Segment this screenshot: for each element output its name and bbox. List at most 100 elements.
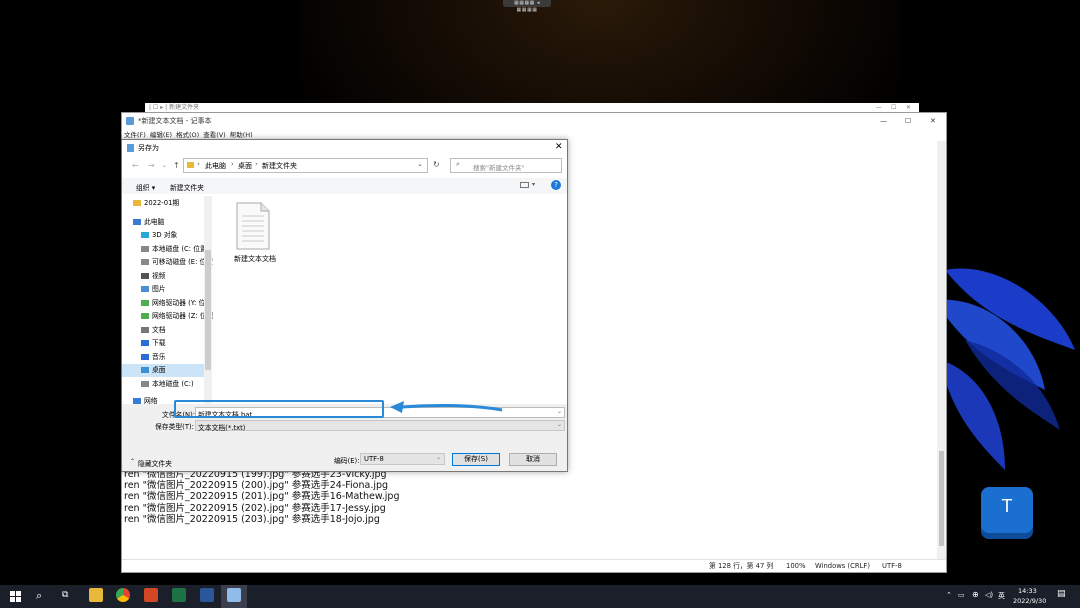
nav-scrollbar[interactable]: [204, 196, 212, 404]
search-input[interactable]: ⌕ 搜索"新建文件夹": [450, 158, 562, 173]
excel-icon[interactable]: [172, 588, 186, 602]
vertical-scrollbar[interactable]: [937, 141, 946, 559]
new-folder-button[interactable]: 新建文件夹: [170, 182, 204, 192]
menu-item[interactable]: 文件(F): [124, 131, 146, 139]
nav-item[interactable]: 本地磁盘 (C: 位置: [141, 243, 211, 256]
word-icon[interactable]: [200, 588, 214, 602]
view-dropdown-icon[interactable]: ▾: [532, 181, 535, 188]
nav-scrollbar-thumb[interactable]: [205, 250, 211, 370]
filename-dropdown-icon[interactable]: ⌄: [557, 408, 562, 415]
refresh-icon[interactable]: ↻: [433, 160, 440, 169]
text-line: ren "微信图片_20220915 (201).jpg" 参赛选手16-Mat…: [124, 491, 400, 503]
input-method-indicator[interactable]: 英: [998, 591, 1005, 601]
nav-item[interactable]: 本地磁盘 (C:): [141, 378, 211, 391]
nav-item[interactable]: 可移动磁盘 (E: 位置: [141, 256, 213, 269]
tray-app-icon[interactable]: ⊕: [972, 590, 979, 599]
minimize-button[interactable]: —: [880, 113, 887, 129]
dialog-titlebar[interactable]: 另存为 ✕: [122, 140, 567, 155]
scrollbar-thumb[interactable]: [939, 451, 944, 546]
dialog-toolbar: 组织 ▾ 新建文件夹 ▾ ?: [122, 178, 567, 194]
nav-item[interactable]: 网络驱动器 (Y: 位置: [141, 297, 212, 310]
remote-session-bar[interactable]: ▦▦▦▦ ◂ ▦▦▦▦: [503, 0, 551, 13]
text-line: ren "微信图片_20220915 (200).jpg" 参赛选手24-Fio…: [124, 480, 389, 492]
nav-item-label: 音乐: [152, 353, 166, 361]
search-icon: ⌕: [456, 160, 460, 168]
usb-drive-icon: [141, 259, 149, 265]
view-options-icon[interactable]: [520, 182, 529, 188]
windows-start-icon[interactable]: [10, 591, 21, 602]
hide-folders-toggle[interactable]: 隐藏文件夹: [138, 458, 172, 468]
menu-item[interactable]: 查看(V): [203, 131, 226, 139]
powerpoint-icon[interactable]: [144, 588, 158, 602]
notification-center-icon[interactable]: ▤: [1057, 589, 1066, 599]
notepad-titlebar[interactable]: *新建文本文档 - 记事本 — ☐ ✕: [122, 113, 946, 129]
desktop-app-t-icon[interactable]: T: [981, 487, 1033, 539]
encoding-select[interactable]: UTF-8 ⌄: [360, 453, 445, 465]
breadcrumb-desktop[interactable]: 桌面: [238, 161, 252, 171]
filetype-select[interactable]: 文本文档(*.txt) ⌄: [195, 420, 565, 432]
notepad-taskbar-button[interactable]: [221, 585, 247, 608]
breadcrumb-sep-icon: ›: [255, 160, 258, 168]
nav-item-label: 2022-01期: [144, 199, 180, 207]
filetype-label: 保存类型(T):: [155, 423, 194, 431]
nav-item-label: 此电脑: [144, 218, 165, 226]
navigation-pane[interactable]: 2022-01期 此电脑 3D 对象本地磁盘 (C: 位置 可移动磁盘 (E: 位置视…: [122, 194, 214, 404]
network-icon[interactable]: ▭: [958, 591, 965, 599]
nav-item[interactable]: 2022-01期: [133, 197, 203, 210]
nav-item[interactable]: 桌面: [122, 364, 204, 377]
chrome-icon[interactable]: [116, 588, 130, 602]
address-dropdown-icon[interactable]: ⌄: [417, 160, 423, 168]
file-name: 新建文本文档: [234, 255, 276, 263]
up-arrow-icon[interactable]: ↑: [173, 161, 180, 170]
nav-item[interactable]: 3D 对象: [141, 229, 211, 242]
tray-overflow-icon[interactable]: ⌃: [946, 591, 952, 599]
nav-item[interactable]: 此电脑: [133, 216, 203, 229]
save-button[interactable]: 保存(S): [452, 453, 500, 466]
nav-item[interactable]: 视频: [141, 270, 211, 283]
drive-icon: [141, 381, 149, 387]
menu-item[interactable]: 格式(O): [176, 131, 199, 139]
nav-item[interactable]: 下载: [141, 337, 211, 350]
dialog-close-button[interactable]: ✕: [555, 142, 563, 152]
help-icon[interactable]: ?: [551, 180, 561, 190]
dialog-title: 另存为: [138, 144, 159, 152]
file-explorer-icon[interactable]: [89, 588, 103, 602]
nav-item-label: 3D 对象: [152, 231, 178, 239]
file-item[interactable]: 新建文本文档: [231, 202, 276, 263]
menu-item[interactable]: 编辑(E): [150, 131, 172, 139]
nav-item[interactable]: 文档: [141, 324, 211, 337]
recent-dropdown-icon[interactable]: ⌄: [162, 162, 167, 169]
encoding-dropdown-icon[interactable]: ⌄: [436, 454, 441, 461]
status-bar: 第 128 行，第 47 列 100% Windows (CRLF) UTF-8: [122, 559, 946, 573]
cancel-button[interactable]: 取消: [509, 453, 557, 466]
breadcrumb-sep-icon: ›: [197, 160, 200, 168]
file-list-area[interactable]: 新建文本文档: [215, 194, 567, 404]
search-icon[interactable]: ⌕: [36, 589, 42, 603]
nav-item[interactable]: 图片: [141, 283, 211, 296]
breadcrumb-new-folder[interactable]: 新建文件夹: [262, 161, 297, 171]
nav-item-label: 本地磁盘 (C:): [152, 380, 194, 388]
folder-icon: [133, 200, 141, 206]
volume-icon[interactable]: ◁): [985, 591, 993, 599]
maximize-button[interactable]: ☐: [905, 113, 911, 129]
forward-arrow-icon[interactable]: →: [148, 161, 155, 170]
notepad-text-area[interactable]: ren "微信图片_20220915 (199).jpg" 参赛选手23-Vic…: [124, 469, 399, 525]
filetype-dropdown-icon[interactable]: ⌄: [557, 421, 562, 428]
organize-menu[interactable]: 组织 ▾: [136, 182, 155, 192]
menu-item[interactable]: 帮助(H): [230, 131, 253, 139]
filename-highlight-box: [174, 400, 384, 418]
address-bar[interactable]: › 此电脑 › 桌面 › 新建文件夹 ⌄: [183, 158, 428, 173]
task-view-icon[interactable]: ⧉: [62, 590, 68, 600]
nav-item-label: 网络: [144, 397, 158, 404]
back-arrow-icon[interactable]: ←: [132, 161, 139, 170]
search-placeholder: 搜索"新建文件夹": [473, 164, 525, 172]
save-as-dialog[interactable]: 另存为 ✕ ← → ⌄ ↑ › 此电脑 › 桌面 › 新建文件夹 ⌄ ↻ ⌕ 搜…: [121, 139, 568, 472]
close-button[interactable]: ✕: [930, 113, 936, 129]
nav-item[interactable]: 网络驱动器 (Z: 位置: [141, 310, 214, 323]
clock-date[interactable]: 2022/9/30: [1013, 597, 1046, 605]
nav-item-label: 视频: [152, 272, 166, 280]
clock-time[interactable]: 14:33: [1018, 587, 1037, 595]
nav-item[interactable]: 音乐: [141, 351, 211, 364]
chevron-up-icon[interactable]: ⌃: [130, 458, 135, 465]
breadcrumb-this-pc[interactable]: 此电脑: [205, 161, 226, 171]
